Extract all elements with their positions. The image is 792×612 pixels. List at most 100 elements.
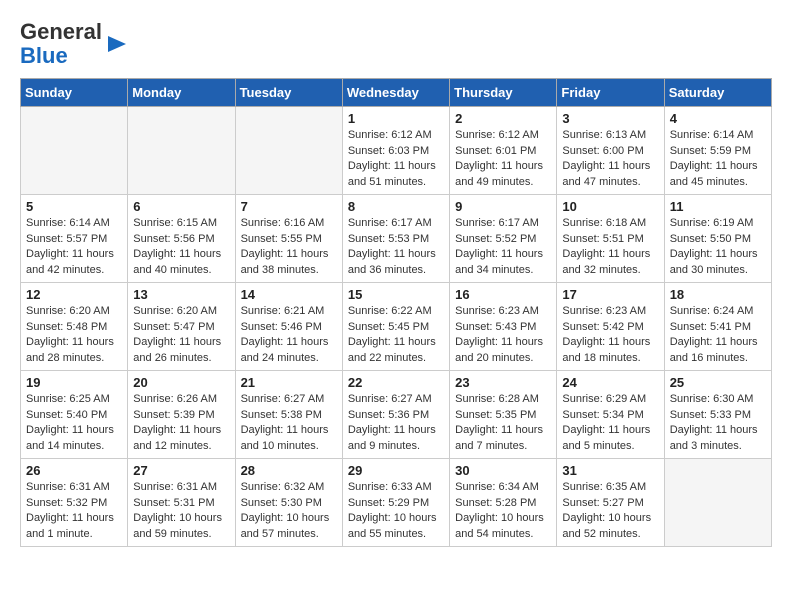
day-number: 4 [670, 111, 766, 126]
calendar-cell: 8 Sunrise: 6:17 AMSunset: 5:53 PMDaylight… [342, 195, 449, 283]
calendar-cell: 29 Sunrise: 6:33 AMSunset: 5:29 PMDayligh… [342, 459, 449, 547]
weekday-header: Thursday [450, 79, 557, 107]
day-number: 12 [26, 287, 122, 302]
cell-info: Sunrise: 6:28 AMSunset: 5:35 PMDaylight:… [455, 392, 551, 454]
calendar-cell: 30Sunrise: 6:34 AMSunset: 5:28 PMDayligh… [450, 459, 557, 547]
calendar-cell: 15 Sunrise: 6:22 AMSunset: 5:45 PMDayligh… [342, 283, 449, 371]
calendar-week-row: 1Sunrise: 6:12 AMSunset: 6:03 PMDaylight… [21, 107, 772, 195]
cell-info: Sunrise: 6:23 AMSunset: 5:43 PMDaylight:… [455, 304, 551, 366]
day-number: 28 [241, 463, 337, 478]
calendar-cell: 19 Sunrise: 6:25 AMSunset: 5:40 PMDayligh… [21, 371, 128, 459]
calendar-cell: 6 Sunrise: 6:15 AMSunset: 5:56 PMDaylight… [128, 195, 235, 283]
logo-text: General Blue [20, 20, 102, 68]
cell-info: Sunrise: 6:31 AMSunset: 5:31 PMDaylight:… [133, 480, 229, 542]
calendar-cell: 13 Sunrise: 6:20 AMSunset: 5:47 PMDayligh… [128, 283, 235, 371]
weekday-header: Friday [557, 79, 664, 107]
calendar-cell [21, 107, 128, 195]
calendar-table: SundayMondayTuesdayWednesdayThursdayFrid… [20, 78, 772, 547]
day-number: 26 [26, 463, 122, 478]
cell-info: Sunrise: 6:22 AMSunset: 5:45 PMDaylight:… [348, 304, 444, 366]
calendar-week-row: 12 Sunrise: 6:20 AMSunset: 5:48 PMDayligh… [21, 283, 772, 371]
cell-info: Sunrise: 6:17 AMSunset: 5:53 PMDaylight:… [348, 216, 444, 278]
calendar-cell: 17Sunrise: 6:23 AMSunset: 5:42 PMDayligh… [557, 283, 664, 371]
day-number: 8 [348, 199, 444, 214]
calendar-cell: 18 Sunrise: 6:24 AMSunset: 5:41 PMDayligh… [664, 283, 771, 371]
calendar-cell: 21Sunrise: 6:27 AMSunset: 5:38 PMDayligh… [235, 371, 342, 459]
calendar-cell: 22Sunrise: 6:27 AMSunset: 5:36 PMDayligh… [342, 371, 449, 459]
calendar-cell: 9 Sunrise: 6:17 AMSunset: 5:52 PMDaylight… [450, 195, 557, 283]
cell-info: Sunrise: 6:17 AMSunset: 5:52 PMDaylight:… [455, 216, 551, 278]
day-number: 31 [562, 463, 658, 478]
cell-info: Sunrise: 6:20 AMSunset: 5:47 PMDaylight:… [133, 304, 229, 366]
cell-info: Sunrise: 6:19 AMSunset: 5:50 PMDaylight:… [670, 216, 766, 278]
calendar-cell: 4 Sunrise: 6:14 AMSunset: 5:59 PMDaylight… [664, 107, 771, 195]
weekday-header: Saturday [664, 79, 771, 107]
calendar-cell: 24 Sunrise: 6:29 AMSunset: 5:34 PMDayligh… [557, 371, 664, 459]
day-number: 20 [133, 375, 229, 390]
calendar-cell [664, 459, 771, 547]
calendar-cell: 3 Sunrise: 6:13 AMSunset: 6:00 PMDaylight… [557, 107, 664, 195]
weekday-header: Monday [128, 79, 235, 107]
calendar-cell: 10Sunrise: 6:18 AMSunset: 5:51 PMDayligh… [557, 195, 664, 283]
calendar-cell: 14Sunrise: 6:21 AMSunset: 5:46 PMDayligh… [235, 283, 342, 371]
cell-info: Sunrise: 6:24 AMSunset: 5:41 PMDaylight:… [670, 304, 766, 366]
calendar-week-row: 26Sunrise: 6:31 AMSunset: 5:32 PMDayligh… [21, 459, 772, 547]
cell-info: Sunrise: 6:13 AMSunset: 6:00 PMDaylight:… [562, 128, 658, 190]
day-number: 19 [26, 375, 122, 390]
cell-info: Sunrise: 6:12 AMSunset: 6:01 PMDaylight:… [455, 128, 551, 190]
cell-info: Sunrise: 6:14 AMSunset: 5:57 PMDaylight:… [26, 216, 122, 278]
calendar-cell: 25 Sunrise: 6:30 AMSunset: 5:33 PMDayligh… [664, 371, 771, 459]
day-number: 6 [133, 199, 229, 214]
day-number: 27 [133, 463, 229, 478]
cell-info: Sunrise: 6:14 AMSunset: 5:59 PMDaylight:… [670, 128, 766, 190]
weekday-header: Tuesday [235, 79, 342, 107]
cell-info: Sunrise: 6:26 AMSunset: 5:39 PMDaylight:… [133, 392, 229, 454]
calendar-cell: 12 Sunrise: 6:20 AMSunset: 5:48 PMDayligh… [21, 283, 128, 371]
day-number: 24 [562, 375, 658, 390]
logo: General Blue [20, 20, 128, 68]
weekday-header: Wednesday [342, 79, 449, 107]
calendar-cell: 11 Sunrise: 6:19 AMSunset: 5:50 PMDayligh… [664, 195, 771, 283]
cell-info: Sunrise: 6:35 AMSunset: 5:27 PMDaylight:… [562, 480, 658, 542]
day-number: 10 [562, 199, 658, 214]
calendar-header-row: SundayMondayTuesdayWednesdayThursdayFrid… [21, 79, 772, 107]
calendar-cell: 28 Sunrise: 6:32 AMSunset: 5:30 PMDayligh… [235, 459, 342, 547]
day-number: 22 [348, 375, 444, 390]
calendar-week-row: 5Sunrise: 6:14 AMSunset: 5:57 PMDaylight… [21, 195, 772, 283]
cell-info: Sunrise: 6:16 AMSunset: 5:55 PMDaylight:… [241, 216, 337, 278]
day-number: 3 [562, 111, 658, 126]
day-number: 23 [455, 375, 551, 390]
day-number: 18 [670, 287, 766, 302]
cell-info: Sunrise: 6:32 AMSunset: 5:30 PMDaylight:… [241, 480, 337, 542]
calendar-cell: 2 Sunrise: 6:12 AMSunset: 6:01 PMDaylight… [450, 107, 557, 195]
logo-arrow-icon [106, 33, 128, 55]
calendar-cell: 26Sunrise: 6:31 AMSunset: 5:32 PMDayligh… [21, 459, 128, 547]
calendar-cell: 1Sunrise: 6:12 AMSunset: 6:03 PMDaylight… [342, 107, 449, 195]
day-number: 16 [455, 287, 551, 302]
day-number: 13 [133, 287, 229, 302]
day-number: 29 [348, 463, 444, 478]
day-number: 25 [670, 375, 766, 390]
cell-info: Sunrise: 6:21 AMSunset: 5:46 PMDaylight:… [241, 304, 337, 366]
calendar-cell: 27 Sunrise: 6:31 AMSunset: 5:31 PMDayligh… [128, 459, 235, 547]
cell-info: Sunrise: 6:33 AMSunset: 5:29 PMDaylight:… [348, 480, 444, 542]
day-number: 30 [455, 463, 551, 478]
calendar-cell [235, 107, 342, 195]
day-number: 7 [241, 199, 337, 214]
calendar-cell [128, 107, 235, 195]
day-number: 11 [670, 199, 766, 214]
calendar-cell: 16 Sunrise: 6:23 AMSunset: 5:43 PMDayligh… [450, 283, 557, 371]
day-number: 15 [348, 287, 444, 302]
calendar-cell: 20 Sunrise: 6:26 AMSunset: 5:39 PMDayligh… [128, 371, 235, 459]
cell-info: Sunrise: 6:30 AMSunset: 5:33 PMDaylight:… [670, 392, 766, 454]
day-number: 21 [241, 375, 337, 390]
page-header: General Blue [20, 20, 772, 68]
cell-info: Sunrise: 6:23 AMSunset: 5:42 PMDaylight:… [562, 304, 658, 366]
day-number: 9 [455, 199, 551, 214]
cell-info: Sunrise: 6:12 AMSunset: 6:03 PMDaylight:… [348, 128, 444, 190]
cell-info: Sunrise: 6:25 AMSunset: 5:40 PMDaylight:… [26, 392, 122, 454]
cell-info: Sunrise: 6:15 AMSunset: 5:56 PMDaylight:… [133, 216, 229, 278]
cell-info: Sunrise: 6:29 AMSunset: 5:34 PMDaylight:… [562, 392, 658, 454]
day-number: 2 [455, 111, 551, 126]
cell-info: Sunrise: 6:20 AMSunset: 5:48 PMDaylight:… [26, 304, 122, 366]
